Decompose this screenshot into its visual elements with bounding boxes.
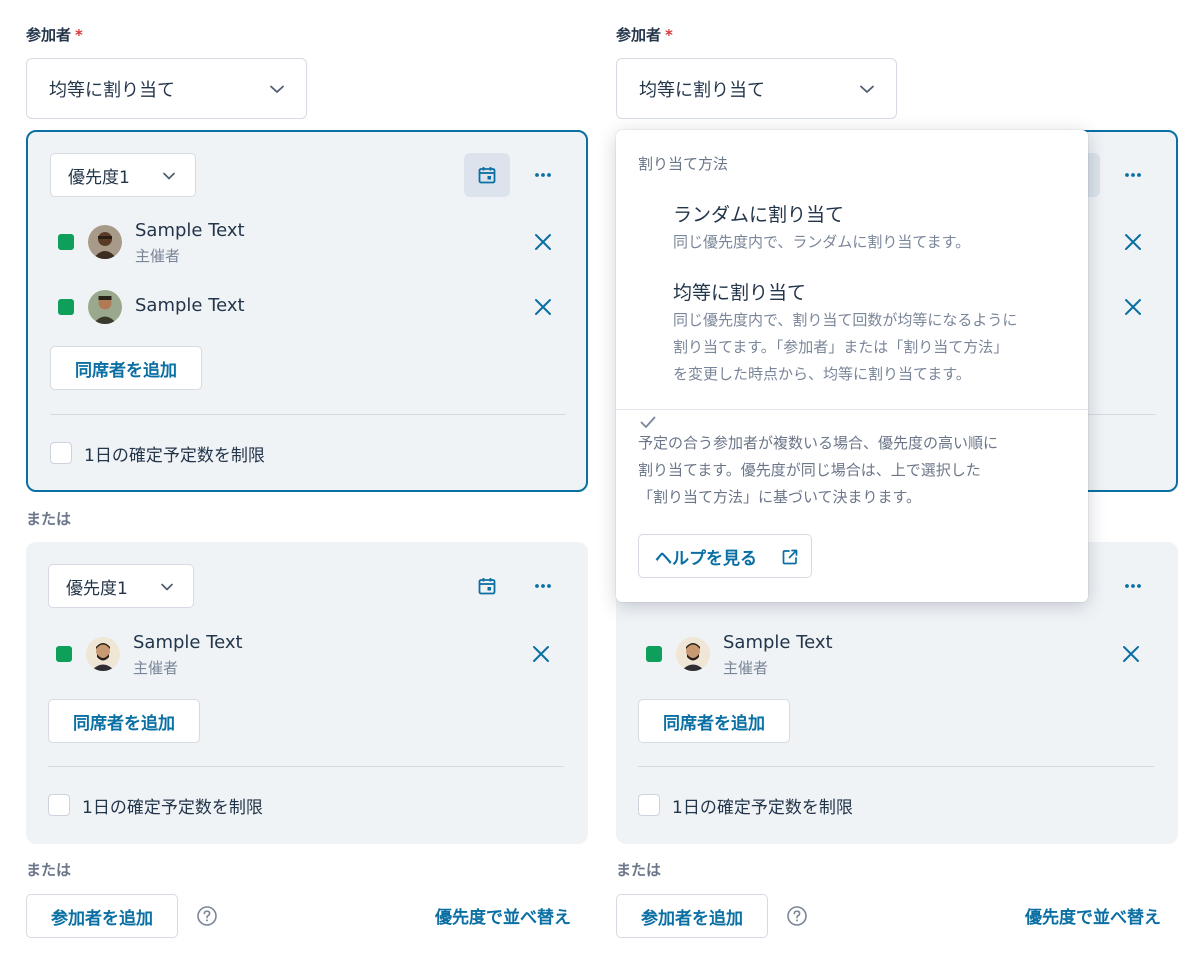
priority-select[interactable]: 優先度1 [48,564,194,608]
add-companion-button[interactable]: 同席者を追加 [48,699,200,743]
add-companion-button[interactable]: 同席者を追加 [50,346,202,390]
daily-limit-checkbox[interactable] [638,794,660,816]
daily-limit-row[interactable]: 1日の確定予定数を制限 [50,441,265,466]
priority-select[interactable]: 優先度1 [50,153,196,197]
divider [48,766,564,767]
status-indicator [58,234,74,250]
avatar [676,637,710,671]
note-line: 「割り当て方法」に基づいて決まります。 [638,488,922,506]
daily-limit-row[interactable]: 1日の確定予定数を制限 [48,793,263,818]
more-horizontal-icon [1125,173,1141,177]
divider [50,414,566,415]
more-options-button[interactable] [528,571,558,601]
close-icon[interactable] [532,296,554,318]
status-indicator [56,646,72,662]
or-separator: または [26,861,72,879]
member-role: 主催者 [133,659,179,677]
assignment-method-dropdown: 割り当て方法 ランダムに割り当て 同じ優先度内で、ランダムに割り当てます。 均等… [616,130,1088,602]
avatar [88,290,122,324]
option-random[interactable]: ランダムに割り当て 同じ優先度内で、ランダムに割り当てます。 [673,200,970,256]
assignment-method-value: 均等に割り当て [49,79,175,101]
calendar-icon [478,167,496,184]
or-separator: または [26,510,72,528]
option-even[interactable]: 均等に割り当て 同じ優先度内で、割り当て回数が均等になるように 割り当てます。「… [673,278,1017,388]
chevron-down-icon [163,172,175,180]
divider [638,766,1154,767]
chevron-down-icon [270,85,284,93]
status-indicator [58,299,74,315]
help-circle-icon[interactable] [196,905,218,927]
assignment-method-value: 均等に割り当て [639,79,765,101]
dropdown-note: 予定の合う参加者が複数いる場合、優先度の高い順に 割り当てます。優先度が同じ場合… [638,430,1070,511]
member-name: Sample Text [133,632,243,653]
more-horizontal-icon [535,173,551,177]
option-title: ランダムに割り当て [673,204,845,226]
priority-value: 優先度1 [66,578,128,599]
member-row: Sample Text 主催者 [646,629,1146,679]
assignment-method-select[interactable]: 均等に割り当て [616,58,897,119]
daily-limit-label: 1日の確定予定数を制限 [82,797,263,818]
chevron-down-icon [860,85,874,93]
required-mark: * [665,26,673,44]
calendar-button[interactable] [464,153,510,197]
option-title: 均等に割り当て [673,282,807,304]
close-icon[interactable] [1122,231,1144,253]
left-panel: 参加者 * 均等に割り当て 優先度1 Sample Text 主催者 Sampl… [26,0,588,955]
dropdown-heading: 割り当て方法 [638,155,729,173]
more-horizontal-icon [535,584,551,588]
note-line: 予定の合う参加者が複数いる場合、優先度の高い順に [638,434,999,452]
view-help-label: ヘルプを見る [655,548,757,569]
member-row: Sample Text 主催者 [56,629,556,679]
option-description: 割り当てます。「参加者」または「割り当て方法」 [673,338,1009,356]
note-line: 割り当てます。優先度が同じ場合は、上で選択した [638,461,981,479]
external-link-icon [782,549,798,565]
member-name: Sample Text [135,220,245,241]
member-role: 主催者 [723,659,769,677]
attendees-label: 参加者 * [26,26,83,44]
more-options-button[interactable] [528,160,558,190]
add-attendee-button[interactable]: 参加者を追加 [616,894,768,938]
help-circle-icon[interactable] [786,905,808,927]
close-icon[interactable] [1120,643,1142,665]
option-description: 同じ優先度内で、ランダムに割り当てます。 [673,233,971,251]
sort-by-priority-link[interactable]: 優先度で並べ替え [1025,903,1161,928]
divider [616,409,1088,410]
calendar-button[interactable] [464,564,510,608]
view-help-button[interactable]: ヘルプを見る [638,534,812,578]
daily-limit-checkbox[interactable] [50,442,72,464]
avatar [88,225,122,259]
more-horizontal-icon [1125,584,1141,588]
add-attendee-button[interactable]: 参加者を追加 [26,894,178,938]
status-indicator [646,646,662,662]
priority-group-2: 優先度1 Sample Text 主催者 同席者を追加 1日の確定予定数を制限 [26,542,588,844]
calendar-icon [478,578,496,595]
check-icon [640,416,656,428]
daily-limit-label: 1日の確定予定数を制限 [672,797,853,818]
member-name: Sample Text [135,295,245,316]
option-description: を変更した時点から、均等に割り当てます。 [673,365,971,383]
option-description: 同じ優先度内で、割り当て回数が均等になるように [673,311,1018,329]
close-icon[interactable] [530,643,552,665]
close-icon[interactable] [1122,296,1144,318]
daily-limit-label: 1日の確定予定数を制限 [84,445,265,466]
sort-by-priority-link[interactable]: 優先度で並べ替え [435,903,571,928]
close-icon[interactable] [532,231,554,253]
add-companion-button[interactable]: 同席者を追加 [638,699,790,743]
assignment-method-select[interactable]: 均等に割り当て [26,58,307,119]
required-mark: * [75,26,83,44]
attendees-label: 参加者 * [616,26,673,44]
avatar [86,637,120,671]
member-row: Sample Text [58,282,558,332]
priority-value: 優先度1 [68,167,130,188]
member-role: 主催者 [135,247,181,265]
member-name: Sample Text [723,632,833,653]
daily-limit-row[interactable]: 1日の確定予定数を制限 [638,793,853,818]
more-options-button[interactable] [1118,160,1148,190]
or-separator: または [616,861,662,879]
more-options-button[interactable] [1118,571,1148,601]
chevron-down-icon [161,583,173,591]
daily-limit-checkbox[interactable] [48,794,70,816]
priority-group-1: 優先度1 Sample Text 主催者 Sample Text 同席者を追加 … [26,130,588,492]
member-row: Sample Text 主催者 [58,217,558,267]
